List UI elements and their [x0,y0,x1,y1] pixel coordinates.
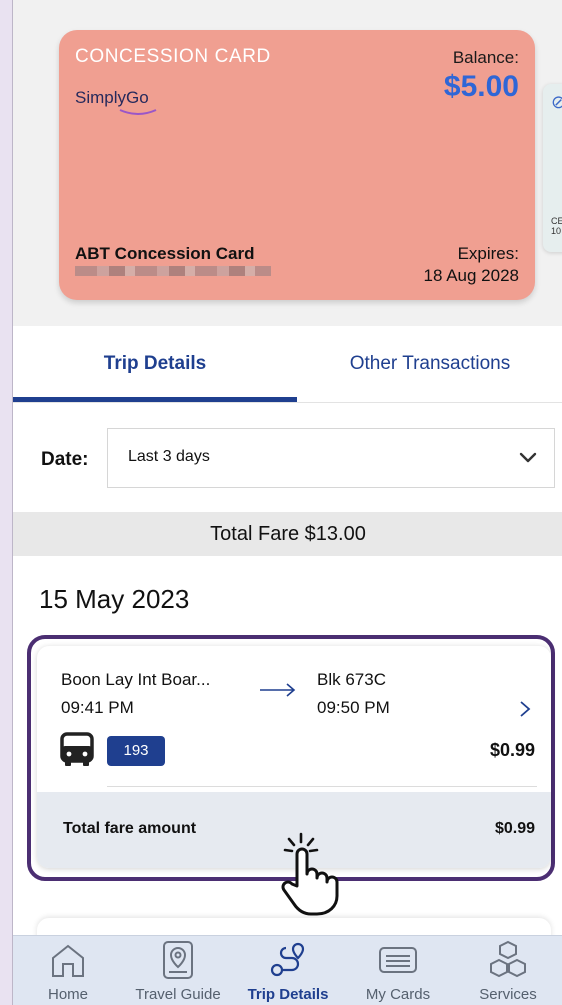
map-pin-icon [163,941,193,979]
concession-card[interactable]: CONCESSION CARD SimplyGo Balance: $5.00 … [59,30,535,300]
date-filter-label: Date: [41,449,89,470]
date-filter-select[interactable]: Last 3 days [107,428,555,488]
nav-services-label: Services [479,986,537,1003]
route-icon [270,942,305,977]
card-logo-icon: ⊘ [551,92,562,113]
home-icon [52,944,84,977]
arrow-right-icon [260,683,296,697]
tab-bar: Trip Details Other Transactions [13,326,562,403]
tap-hand-icon [281,832,339,916]
tab-trip-details[interactable]: Trip Details [13,326,297,402]
nav-travel-guide[interactable]: Travel Guide [123,936,233,1005]
app-screen: CONCESSION CARD SimplyGo Balance: $5.00 … [12,0,562,1005]
from-time: 09:41 PM [61,698,134,717]
simplygo-logo: SimplyGo [75,88,157,115]
nav-home[interactable]: Home [13,936,123,1005]
date-filter-value: Last 3 days [128,448,210,465]
nav-my-cards-label: My Cards [365,986,431,1003]
card-carousel[interactable]: CONCESSION CARD SimplyGo Balance: $5.00 … [13,0,562,326]
chevron-right-icon[interactable] [519,700,531,718]
next-card-peek[interactable]: ⊘ CE 10 [543,84,562,252]
from-stop: Boon Lay Int Boar... [61,670,211,689]
total-fare-bar: Total Fare $13.00 [13,512,562,556]
card-title: CONCESSION CARD [75,46,271,67]
nav-services[interactable]: Services [453,936,562,1005]
trip-fare: $0.99 [489,740,535,760]
card-name: ABT Concession Card [75,244,255,263]
nav-trip-details-label: Trip Details [247,986,329,1003]
nav-home-label: Home [47,986,88,1003]
expires-value: 18 Aug 2028 [423,266,519,285]
to-stop: Blk 673C [317,670,386,689]
divider [107,786,537,787]
balance-value: $5.00 [443,70,519,103]
bus-icon [60,732,94,766]
route-badge: 193 [107,736,165,766]
total-fare-value: $0.99 [494,820,535,837]
nav-my-cards[interactable]: My Cards [343,936,453,1005]
card-icon [379,947,417,973]
chevron-down-icon [519,452,537,463]
active-tab-indicator [13,397,297,402]
section-date-heading: 15 May 2023 [39,584,190,614]
tab-other-transactions[interactable]: Other Transactions [297,326,562,402]
card-number-redacted [75,266,271,276]
to-time: 09:50 PM [317,698,390,717]
bottom-nav: Home Travel Guide Trip Details My Cards … [13,935,562,1005]
expires-label: Expires: [457,244,519,263]
total-fare-label: Total fare amount [63,820,197,837]
next-card-text: CE 10 [551,216,562,236]
nav-trip-details[interactable]: Trip Details [233,936,343,1005]
boxes-icon [490,940,526,978]
nav-travel-guide-label: Travel Guide [135,986,221,1003]
balance-label: Balance: [452,48,519,67]
